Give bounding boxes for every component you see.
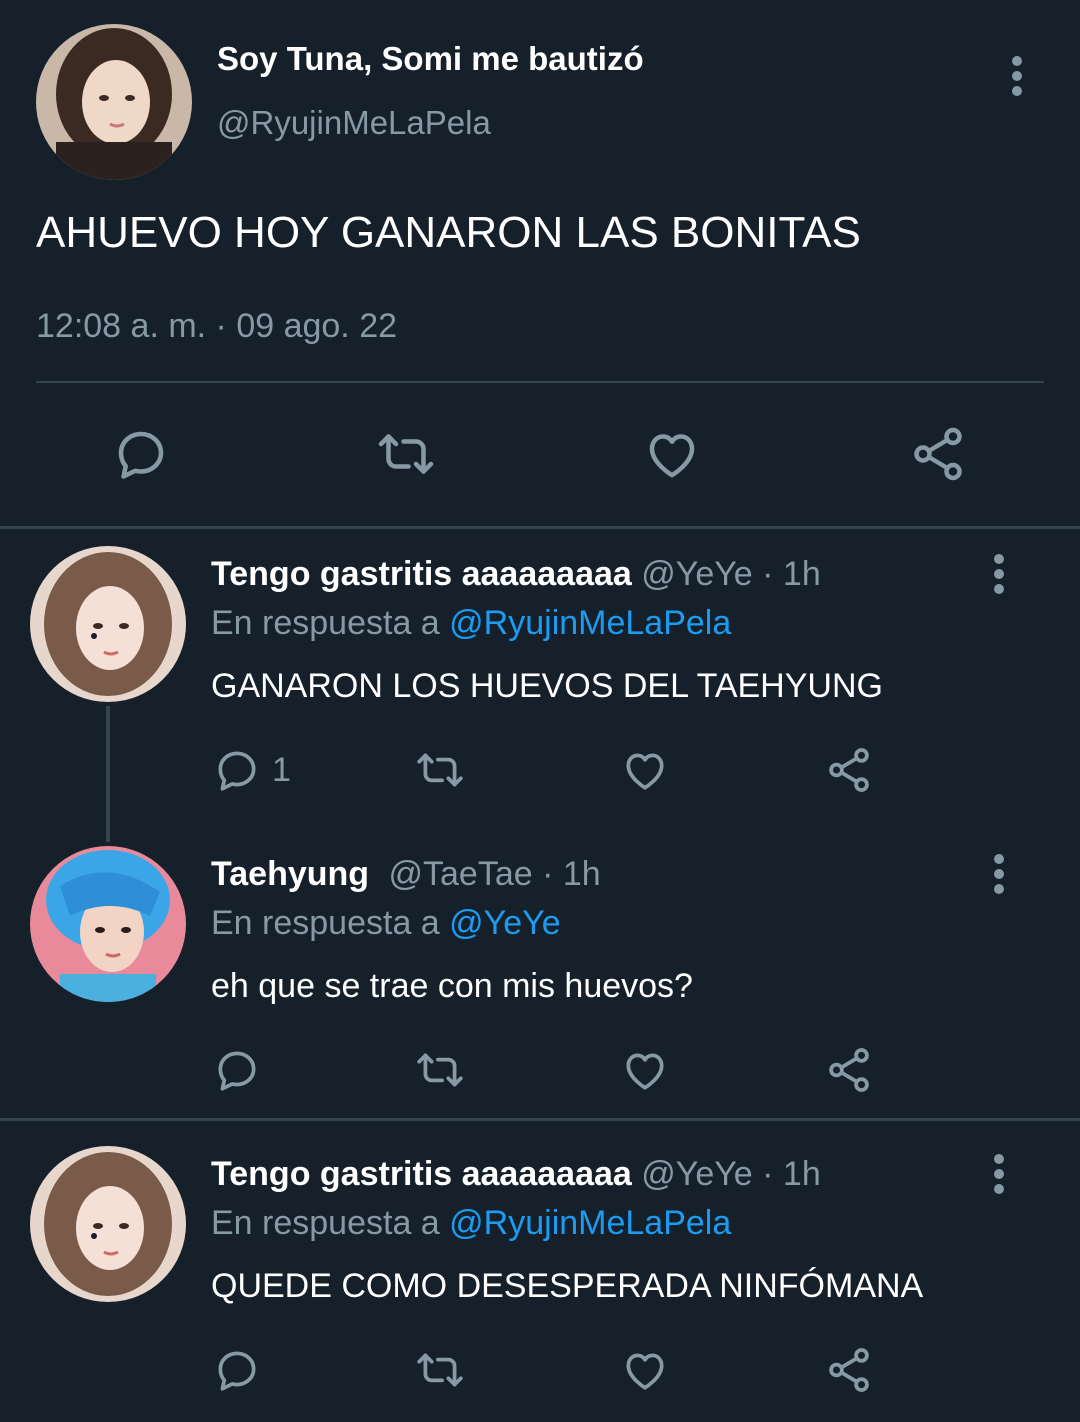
- mention-link[interactable]: @YeYe: [449, 904, 560, 942]
- share-icon[interactable]: [908, 424, 968, 484]
- reply-context: En respuesta a @RyujinMeLaPela: [211, 604, 731, 643]
- reply-context: En respuesta a @RyujinMeLaPela: [211, 1204, 731, 1243]
- handle-time[interactable]: @YeYe · 1h: [641, 555, 820, 593]
- mention-link[interactable]: @RyujinMeLaPela: [449, 604, 731, 642]
- main-tweet: Soy Tuna, Somi me bautizó @RyujinMeLaPel…: [0, 0, 1080, 527]
- reply-icon[interactable]: [111, 424, 171, 484]
- reply-icon[interactable]: [212, 1345, 262, 1395]
- like-icon[interactable]: [620, 1045, 670, 1095]
- display-name[interactable]: Tengo gastritis aaaaaaaaa: [211, 555, 632, 593]
- retweet-icon[interactable]: [415, 745, 465, 795]
- share-icon[interactable]: [824, 1345, 874, 1395]
- retweet-icon[interactable]: [415, 1345, 465, 1395]
- reply-prefix: En respuesta a: [211, 904, 440, 942]
- tweet-text: QUEDE COMO DESESPERADA NINFÓMANA: [211, 1267, 924, 1305]
- reply-icon[interactable]: [212, 745, 262, 795]
- more-options-icon[interactable]: [984, 1152, 1014, 1196]
- display-name[interactable]: Soy Tuna, Somi me bautizó: [217, 40, 644, 78]
- handle-time[interactable]: @YeYe · 1h: [641, 1155, 820, 1193]
- tweet-text: AHUEVO HOY GANARON LAS BONITAS: [36, 208, 861, 257]
- tweet-text: eh que se trae con mis huevos?: [211, 967, 693, 1005]
- avatar[interactable]: [30, 846, 186, 1002]
- divider: [0, 1118, 1080, 1121]
- display-name[interactable]: Taehyung: [211, 855, 369, 893]
- divider: [0, 526, 1080, 529]
- reply-icon[interactable]: [212, 1045, 262, 1095]
- divider: [36, 381, 1044, 383]
- reply-header: Tengo gastritis aaaaaaaaa @YeYe · 1h: [211, 555, 821, 594]
- avatar[interactable]: [30, 546, 186, 702]
- like-icon[interactable]: [620, 745, 670, 795]
- more-options-icon[interactable]: [984, 552, 1014, 596]
- more-options-icon[interactable]: [1002, 54, 1032, 98]
- reply-header: Taehyung @TaeTae · 1h: [211, 855, 601, 894]
- like-icon[interactable]: [642, 424, 702, 484]
- share-icon[interactable]: [824, 1045, 874, 1095]
- tweet-timestamp: 12:08 a. m. · 09 ago. 22: [36, 307, 398, 345]
- reply-prefix: En respuesta a: [211, 604, 440, 642]
- handle-time[interactable]: @TaeTae · 1h: [389, 855, 601, 893]
- avatar[interactable]: [36, 24, 192, 180]
- avatar[interactable]: [30, 1146, 186, 1302]
- retweet-icon[interactable]: [415, 1045, 465, 1095]
- handle[interactable]: @RyujinMeLaPela: [217, 104, 491, 142]
- mention-link[interactable]: @RyujinMeLaPela: [449, 1204, 731, 1242]
- reply-header: Tengo gastritis aaaaaaaaa @YeYe · 1h: [211, 1155, 821, 1194]
- reply-context: En respuesta a @YeYe: [211, 904, 561, 943]
- share-icon[interactable]: [824, 745, 874, 795]
- reply-prefix: En respuesta a: [211, 1204, 440, 1242]
- like-icon[interactable]: [620, 1345, 670, 1395]
- retweet-icon[interactable]: [376, 424, 436, 484]
- display-name[interactable]: Tengo gastritis aaaaaaaaa: [211, 1155, 632, 1193]
- more-options-icon[interactable]: [984, 852, 1014, 896]
- tweet-thread-screen: Soy Tuna, Somi me bautizó @RyujinMeLaPel…: [0, 0, 1080, 1422]
- reply-count: 1: [272, 751, 291, 789]
- thread-line: [106, 706, 110, 842]
- tweet-text: GANARON LOS HUEVOS DEL TAEHYUNG: [211, 667, 883, 705]
